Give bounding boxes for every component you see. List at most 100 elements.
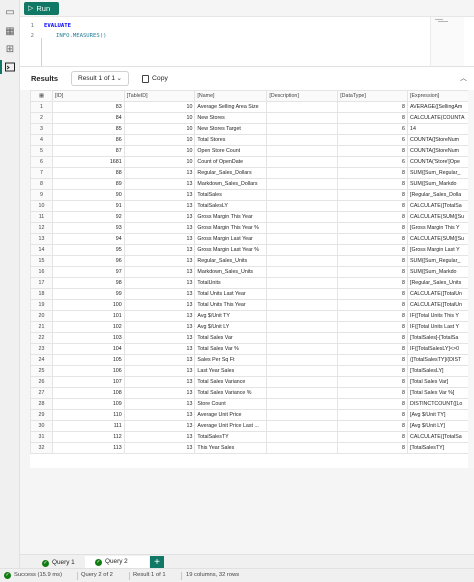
table-cell[interactable] bbox=[266, 343, 339, 355]
table-cell[interactable]: 10 bbox=[123, 123, 196, 135]
table-cell[interactable] bbox=[266, 277, 339, 289]
table-cell[interactable]: 13 bbox=[123, 233, 196, 245]
table-cell[interactable]: [TotalSales]-[TotalSa bbox=[407, 332, 474, 344]
table-cell[interactable]: 13 bbox=[123, 222, 196, 234]
table-cell[interactable]: 13 bbox=[123, 277, 196, 289]
table-cell[interactable]: Total Stores bbox=[194, 134, 268, 146]
table-cell[interactable]: [Regular_Sales_Units bbox=[407, 277, 474, 289]
table-cell[interactable]: 8 bbox=[337, 211, 408, 223]
table-cell[interactable]: 13 bbox=[123, 288, 196, 300]
table-cell[interactable]: 13 bbox=[123, 310, 196, 322]
minimap[interactable] bbox=[430, 17, 464, 67]
row-number[interactable]: 27 bbox=[30, 387, 53, 399]
row-number[interactable]: 13 bbox=[30, 233, 53, 245]
table-cell[interactable]: This Year Sales bbox=[194, 442, 268, 454]
table-cell[interactable]: 8 bbox=[337, 365, 408, 377]
select-all-grid-icon[interactable]: ▦ bbox=[30, 90, 53, 102]
row-number[interactable]: 16 bbox=[30, 266, 53, 278]
table-cell[interactable]: 8 bbox=[337, 167, 408, 179]
table-cell[interactable]: 98 bbox=[51, 277, 125, 289]
table-cell[interactable]: CALCULATE([TotalSa bbox=[407, 200, 474, 212]
column-header[interactable]: [Expression] bbox=[407, 90, 474, 102]
row-number[interactable]: 24 bbox=[30, 354, 53, 366]
row-number[interactable]: 26 bbox=[30, 376, 53, 388]
row-number[interactable]: 8 bbox=[30, 178, 53, 190]
table-cell[interactable] bbox=[266, 255, 339, 267]
table-cell[interactable]: 109 bbox=[51, 398, 125, 410]
run-button[interactable]: ▷ Run bbox=[24, 2, 59, 15]
table-cell[interactable]: Average Unit Price Last ... bbox=[194, 420, 268, 432]
table-cell[interactable] bbox=[266, 376, 339, 388]
table-cell[interactable]: [Total Sales Var] bbox=[407, 376, 474, 388]
table-cell[interactable]: 86 bbox=[51, 134, 125, 146]
table-cell[interactable] bbox=[266, 244, 339, 256]
table-cell[interactable]: 106 bbox=[51, 365, 125, 377]
code-editor[interactable]: 1 EVALUATE 2 INFO.MEASURES() bbox=[20, 16, 474, 68]
table-cell[interactable]: 8 bbox=[337, 409, 408, 421]
table-cell[interactable]: [TotalSalesTY] bbox=[407, 442, 474, 454]
table-cell[interactable]: 99 bbox=[51, 288, 125, 300]
table-cell[interactable]: 8 bbox=[337, 277, 408, 289]
table-cell[interactable]: 91 bbox=[51, 200, 125, 212]
table-cell[interactable]: Gross Margin Last Year % bbox=[194, 244, 268, 256]
table-cell[interactable]: Total Units Last Year bbox=[194, 288, 268, 300]
table-cell[interactable]: 92 bbox=[51, 211, 125, 223]
table-cell[interactable] bbox=[266, 178, 339, 190]
row-number[interactable]: 18 bbox=[30, 288, 53, 300]
table-cell[interactable]: 8 bbox=[337, 431, 408, 443]
row-number[interactable]: 9 bbox=[30, 189, 53, 201]
table-cell[interactable] bbox=[266, 200, 339, 212]
table-cell[interactable]: 13 bbox=[123, 321, 196, 333]
table-cell[interactable] bbox=[266, 299, 339, 311]
table-view-icon[interactable]: ▦ bbox=[4, 26, 16, 38]
table-cell[interactable]: 90 bbox=[51, 189, 125, 201]
vertical-scrollbar[interactable] bbox=[468, 90, 474, 468]
row-number[interactable]: 23 bbox=[30, 343, 53, 355]
table-cell[interactable]: 95 bbox=[51, 244, 125, 256]
table-cell[interactable]: Total Units This Year bbox=[194, 299, 268, 311]
table-cell[interactable]: 8 bbox=[337, 420, 408, 432]
row-number[interactable]: 21 bbox=[30, 321, 53, 333]
table-cell[interactable]: SUM([Sum_Markdo bbox=[407, 178, 474, 190]
table-cell[interactable]: Gross Margin This Year bbox=[194, 211, 268, 223]
table-cell[interactable] bbox=[266, 442, 339, 454]
table-cell[interactable]: 84 bbox=[51, 112, 125, 124]
table-cell[interactable]: IF([Total Units This Y bbox=[407, 310, 474, 322]
row-number[interactable]: 1 bbox=[30, 101, 53, 113]
table-cell[interactable]: 8 bbox=[337, 189, 408, 201]
table-cell[interactable] bbox=[266, 321, 339, 333]
row-number[interactable]: 11 bbox=[30, 211, 53, 223]
table-cell[interactable]: [Avg $/Unit LY] bbox=[407, 420, 474, 432]
table-cell[interactable]: 8 bbox=[337, 387, 408, 399]
table-cell[interactable]: 6 bbox=[337, 156, 408, 168]
table-cell[interactable]: 10 bbox=[123, 101, 196, 113]
column-header[interactable]: [Name] bbox=[194, 90, 268, 102]
table-cell[interactable]: 112 bbox=[51, 431, 125, 443]
table-cell[interactable]: IF([TotalSalesLY]<>0 bbox=[407, 343, 474, 355]
table-cell[interactable]: Store Count bbox=[194, 398, 268, 410]
table-cell[interactable] bbox=[266, 134, 339, 146]
table-cell[interactable]: Avg $/Unit LY bbox=[194, 321, 268, 333]
table-cell[interactable]: TotalUnits bbox=[194, 277, 268, 289]
table-cell[interactable]: SUM([Sum_Markdo bbox=[407, 266, 474, 278]
table-cell[interactable] bbox=[266, 233, 339, 245]
table-cell[interactable]: 8 bbox=[337, 101, 408, 113]
table-cell[interactable]: 8 bbox=[337, 178, 408, 190]
table-cell[interactable] bbox=[266, 156, 339, 168]
row-number[interactable]: 25 bbox=[30, 365, 53, 377]
table-cell[interactable]: [Gross Margin This Y bbox=[407, 222, 474, 234]
table-cell[interactable]: 13 bbox=[123, 266, 196, 278]
table-cell[interactable] bbox=[266, 365, 339, 377]
table-cell[interactable]: 110 bbox=[51, 409, 125, 421]
table-cell[interactable]: 13 bbox=[123, 200, 196, 212]
table-cell[interactable]: CALCULATE(SUM([Su bbox=[407, 233, 474, 245]
table-cell[interactable]: 8 bbox=[337, 112, 408, 124]
table-cell[interactable]: 13 bbox=[123, 299, 196, 311]
row-number[interactable]: 22 bbox=[30, 332, 53, 344]
row-number[interactable]: 7 bbox=[30, 167, 53, 179]
table-cell[interactable]: [Avg $/Unit TY] bbox=[407, 409, 474, 421]
model-view-icon[interactable]: ⊞ bbox=[4, 44, 16, 56]
result-selector[interactable]: Result 1 of 1 ⌄ bbox=[71, 71, 129, 86]
table-cell[interactable] bbox=[266, 189, 339, 201]
table-cell[interactable]: 93 bbox=[51, 222, 125, 234]
